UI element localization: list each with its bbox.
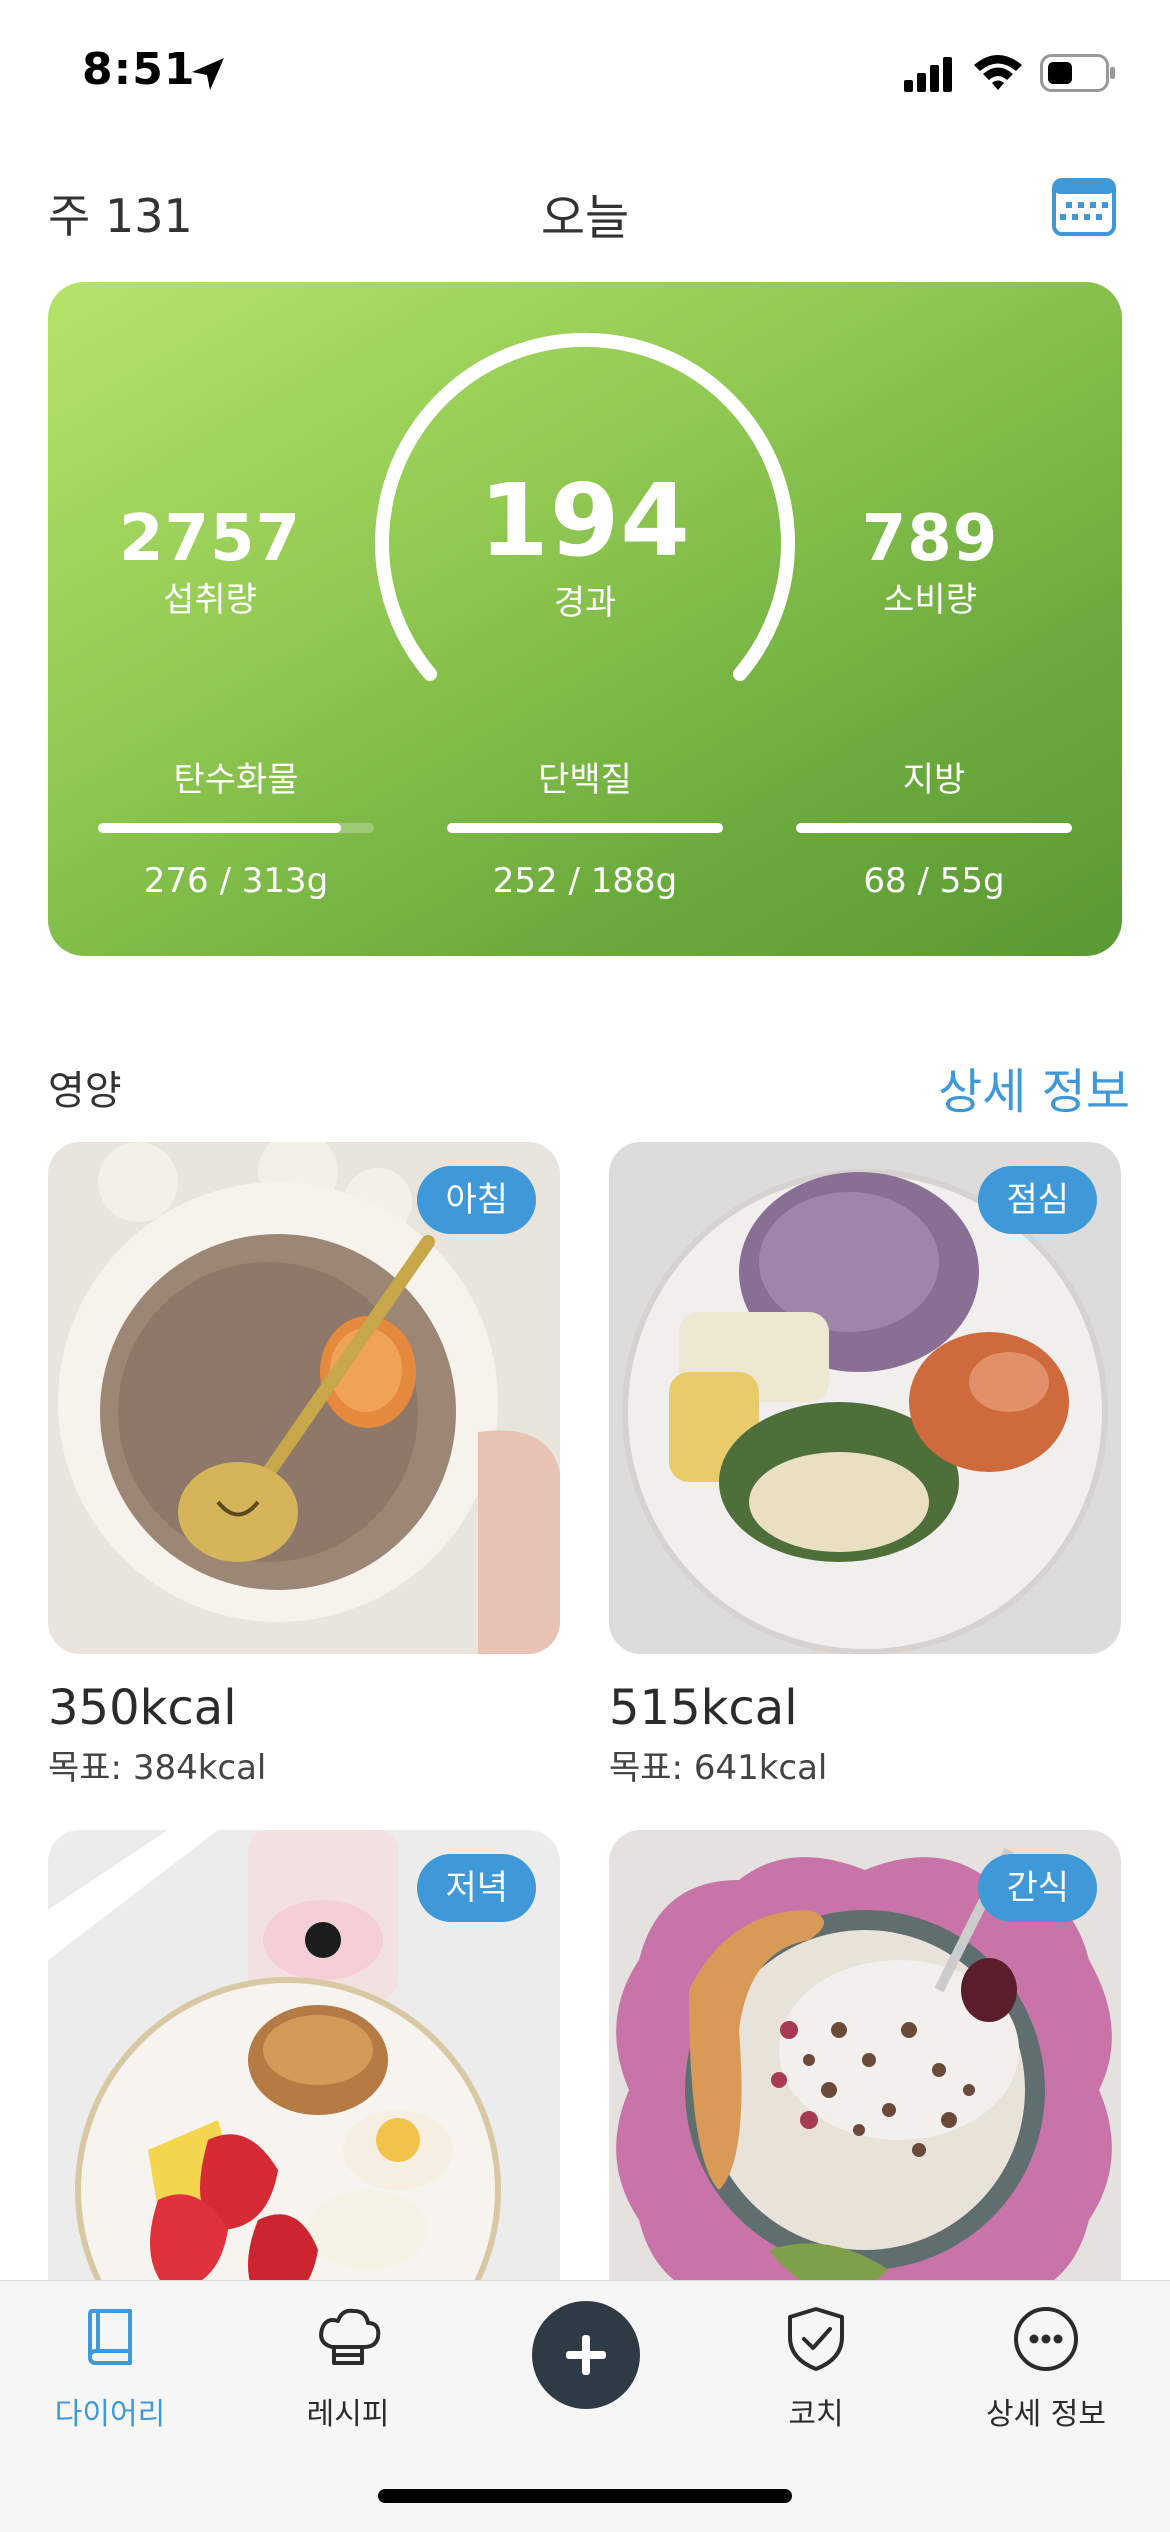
lunch-goal: 목표: 641kcal <box>609 1748 828 1788</box>
cellular-signal-icon <box>904 57 952 92</box>
meal-badge: 점심 <box>978 1166 1097 1234</box>
nutrition-details-link[interactable]: 상세 정보 <box>938 1052 1130 1122</box>
macro-progress-fill <box>796 823 1072 833</box>
location-arrow-icon <box>192 58 224 90</box>
macro-progress-fill <box>447 823 723 833</box>
result-stat: 194 경과 <box>435 462 735 624</box>
macro-name: 지방 <box>902 760 966 800</box>
result-label: 경과 <box>553 583 617 623</box>
macro-progress-fill <box>98 823 341 833</box>
book-icon <box>88 2309 132 2365</box>
breakfast-kcal: 350kcal <box>48 1680 237 1736</box>
burned-value: 789 <box>861 502 999 576</box>
tab-label: 다이어리 <box>54 2397 166 2432</box>
intake-stat: 2757 섭취량 <box>48 502 372 621</box>
macro-fat: 지방 68 / 55g <box>794 752 1074 901</box>
meal-card-breakfast[interactable]: 아침 <box>48 1142 560 1654</box>
breakfast-goal: 목표: 384kcal <box>48 1748 267 1788</box>
page-title: 오늘 <box>540 190 630 246</box>
macro-amount: 252 / 188g <box>492 861 678 901</box>
tab-label: 상세 정보 <box>986 2397 1106 2432</box>
macro-progress-track <box>796 823 1072 833</box>
result-value: 194 <box>479 462 691 579</box>
burned-label: 소비량 <box>883 580 977 620</box>
meal-badge: 아침 <box>417 1166 536 1234</box>
macro-progress-track <box>447 823 723 833</box>
status-bar: 8:51 <box>0 0 1170 150</box>
tab-bar: 다이어리 레시피 코치 상세 정보 <box>0 2280 1170 2532</box>
macro-amount: 276 / 313g <box>143 861 329 901</box>
meal-badge: 저녁 <box>417 1854 536 1922</box>
more-icon <box>1014 2307 1078 2371</box>
nutrition-section-title: 영양 <box>48 1068 122 1114</box>
chef-hat-icon <box>319 2308 381 2365</box>
meal-card-lunch[interactable]: 점심 <box>609 1142 1121 1654</box>
tab-label: 코치 <box>788 2397 844 2432</box>
plus-icon <box>566 2335 606 2375</box>
tab-more[interactable]: 상세 정보 <box>946 2303 1146 2433</box>
tab-label: 레시피 <box>306 2397 390 2432</box>
macro-amount: 68 / 55g <box>863 861 1005 901</box>
macro-name: 탄수화물 <box>173 760 299 800</box>
status-time: 8:51 <box>82 44 196 95</box>
intake-label: 섭취량 <box>163 580 257 620</box>
add-entry-button[interactable] <box>532 2301 640 2409</box>
calorie-summary-card[interactable]: 2757 섭취량 194 경과 789 소비량 탄수화물 276 / 313g … <box>48 282 1122 956</box>
macro-protein: 단백질 252 / 188g <box>445 752 725 901</box>
meal-card-snack[interactable]: 간식 <box>609 1830 1121 2342</box>
meal-badge: 간식 <box>978 1854 1097 1922</box>
battery-icon <box>1040 54 1115 92</box>
shield-check-icon <box>788 2307 844 2371</box>
meal-card-dinner[interactable]: 저녁 <box>48 1830 560 2342</box>
intake-value: 2757 <box>118 502 302 576</box>
tab-diary[interactable]: 다이어리 <box>10 2303 210 2433</box>
burned-stat: 789 소비량 <box>728 502 1132 621</box>
wifi-icon <box>974 55 1022 90</box>
macro-progress-track <box>98 823 374 833</box>
macro-carbs: 탄수화물 276 / 313g <box>96 752 376 901</box>
tab-recipes[interactable]: 레시피 <box>248 2303 448 2433</box>
home-indicator <box>378 2489 792 2503</box>
lunch-kcal: 515kcal <box>609 1680 798 1736</box>
tab-coach[interactable]: 코치 <box>716 2303 916 2433</box>
calendar-icon[interactable] <box>1052 176 1116 236</box>
macro-name: 단백질 <box>538 760 632 800</box>
